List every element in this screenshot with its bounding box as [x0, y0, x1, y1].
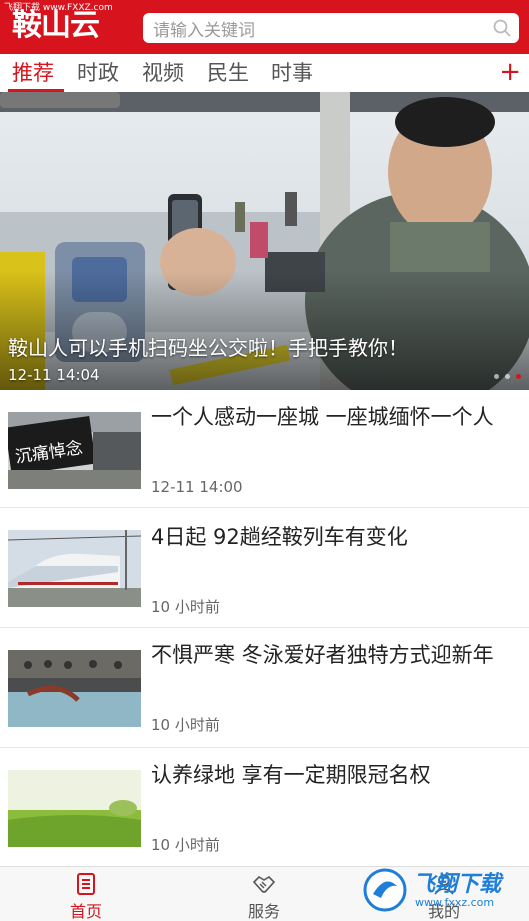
- search-box[interactable]: 请输入关键词: [143, 13, 519, 43]
- hero-time: 12-11 14:04: [8, 366, 100, 384]
- watermark-logo-icon: [363, 868, 407, 912]
- tab-recommend[interactable]: 推荐: [12, 58, 54, 88]
- watermark-logo: 飞翔下载 www.fxxz.com: [363, 862, 523, 918]
- watermark-url: www.fxxz.com: [415, 896, 495, 909]
- nav-home[interactable]: 首页: [26, 867, 146, 921]
- news-thumbnail: [8, 770, 141, 847]
- add-channel-icon[interactable]: +: [499, 58, 521, 86]
- handshake-icon: [252, 872, 276, 896]
- news-thumbnail: [8, 650, 141, 727]
- nav-label: 首页: [69, 902, 102, 921]
- search-input[interactable]: 请输入关键词: [153, 16, 485, 41]
- news-time: 10 小时前: [151, 836, 220, 854]
- top-bar: 飞翔下载 www.FXXZ.com 鞍山云 请输入关键词: [0, 0, 529, 54]
- home-doc-icon: [74, 872, 98, 896]
- news-item[interactable]: 不惧严寒 冬泳爱好者独特方式迎新年 10 小时前: [0, 630, 529, 748]
- tab-politics[interactable]: 时政: [77, 58, 119, 88]
- tab-current-affairs[interactable]: 时事: [271, 58, 313, 88]
- carousel-dot: [494, 374, 499, 379]
- app-root: 飞翔下载 www.FXXZ.com 鞍山云 请输入关键词 推荐 时政 视频 民生…: [0, 0, 529, 921]
- search-icon[interactable]: [485, 13, 519, 43]
- carousel-dots: [494, 374, 521, 379]
- news-thumbnail: 沉痛悼念: [8, 412, 141, 489]
- hero-title[interactable]: 鞍山人可以手机扫码坐公交啦！手把手教你！: [8, 332, 408, 361]
- news-title[interactable]: 不惧严寒 冬泳爱好者独特方式迎新年: [151, 638, 515, 672]
- tab-video[interactable]: 视频: [142, 58, 184, 88]
- news-title[interactable]: 认养绿地 享有一定期限冠名权: [151, 758, 515, 792]
- news-time: 10 小时前: [151, 716, 220, 734]
- category-tabs: 推荐 时政 视频 民生 时事 +: [0, 54, 529, 92]
- news-item[interactable]: 认养绿地 享有一定期限冠名权 10 小时前: [0, 750, 529, 868]
- nav-service[interactable]: 服务: [204, 867, 324, 921]
- news-time: 12-11 14:00: [151, 478, 243, 496]
- news-title[interactable]: 4日起 92趟经鞍列车有变化: [151, 520, 515, 554]
- nav-label: 服务: [247, 902, 280, 921]
- carousel-dot-active: [516, 374, 521, 379]
- news-thumbnail: [8, 530, 141, 607]
- news-item[interactable]: 沉痛悼念 一个人感动一座城 一座城缅怀一个人 12-11 14:00: [0, 390, 529, 508]
- news-title[interactable]: 一个人感动一座城 一座城缅怀一个人: [151, 400, 515, 434]
- watermark-text: 飞翔下载: [413, 872, 502, 897]
- news-item[interactable]: 4日起 92趟经鞍列车有变化 10 小时前: [0, 510, 529, 628]
- tab-livelihood[interactable]: 民生: [207, 58, 249, 88]
- app-logo[interactable]: 鞍山云: [12, 8, 100, 44]
- hero-carousel[interactable]: 鞍山人可以手机扫码坐公交啦！手把手教你！ 12-11 14:04: [0, 92, 529, 390]
- carousel-dot: [505, 374, 510, 379]
- news-time: 10 小时前: [151, 598, 220, 616]
